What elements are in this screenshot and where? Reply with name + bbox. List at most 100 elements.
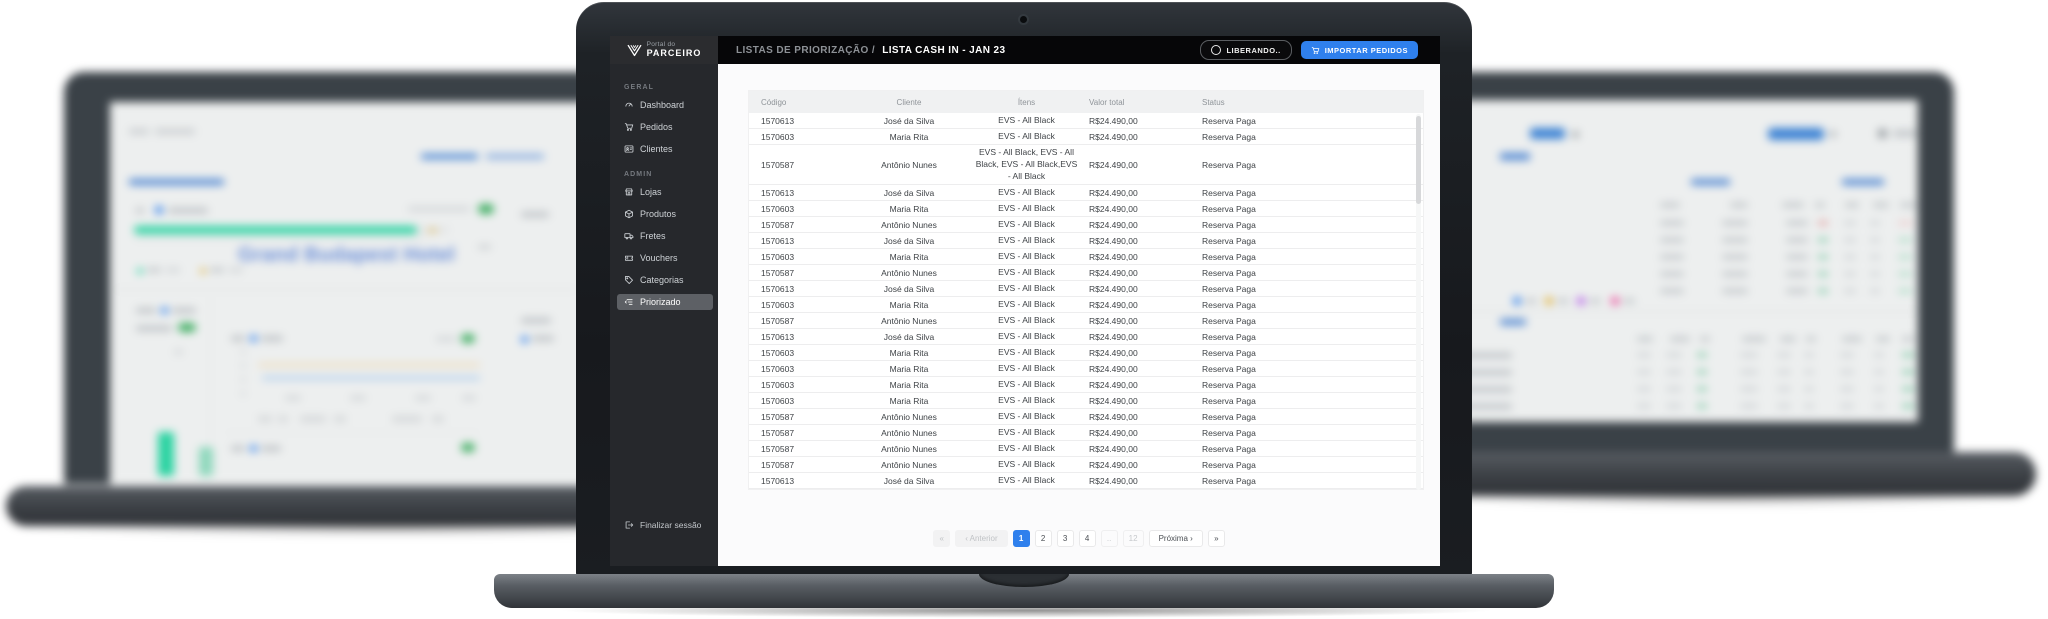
table-row[interactable]: 1570603Maria RitaEVS - All BlackR$24.490…: [749, 377, 1423, 393]
table-row[interactable]: 1570587Antônio NunesEVS - All BlackR$24.…: [749, 441, 1423, 457]
background-right-deco-shapes: [1452, 100, 1918, 422]
sidebar-item-label: Vouchers: [640, 253, 678, 263]
background-right-laptop-shadow: [1420, 490, 2020, 506]
pagination-next[interactable]: Próxima ›: [1149, 530, 1203, 547]
app-logo[interactable]: Portal do PARCEIRO: [610, 36, 718, 64]
cell-i-tens: EVS - All Black: [974, 185, 1079, 201]
table-row[interactable]: 1570587Antônio NunesEVS - All Black, EVS…: [749, 145, 1423, 185]
cell-valor-total: R$24.490,00: [1079, 220, 1194, 230]
table-row[interactable]: 1570613José da SilvaEVS - All BlackR$24.…: [749, 281, 1423, 297]
deco-shape: [1722, 221, 1748, 225]
deco-shape: [1898, 289, 1912, 293]
table-row[interactable]: 1570603Maria RitaEVS - All BlackR$24.490…: [749, 129, 1423, 145]
table-row[interactable]: 1570603Maria RitaEVS - All BlackR$24.490…: [749, 361, 1423, 377]
cell-status: Reserva Paga: [1194, 428, 1425, 438]
table-body: 1570613José da SilvaEVS - All BlackR$24.…: [749, 113, 1423, 489]
priority-list-icon: [624, 297, 634, 307]
cell-i-tens: EVS - All Black: [974, 441, 1079, 457]
table-row[interactable]: 1570587Antônio NunesEVS - All BlackR$24.…: [749, 425, 1423, 441]
cell-cliente: Antônio Nunes: [844, 460, 974, 470]
sidebar-item-fretes[interactable]: Fretes: [617, 228, 713, 244]
deco-shape: [1697, 353, 1707, 357]
sidebar-item-label: Pedidos: [640, 122, 673, 132]
pagination-page-4[interactable]: 4: [1079, 530, 1096, 547]
column-header-co-digo: Código: [749, 98, 844, 107]
itens-text: EVS - All Black: [998, 217, 1055, 233]
sidebar-item-label: Dashboard: [640, 100, 684, 110]
pagination-page-1[interactable]: 1: [1013, 530, 1030, 547]
sidebar-item-lojas[interactable]: Lojas: [617, 184, 713, 200]
table-row[interactable]: 1570587Antônio NunesEVS - All BlackR$24.…: [749, 457, 1423, 473]
table-row[interactable]: 1570603Maria RitaEVS - All BlackR$24.490…: [749, 201, 1423, 217]
deco-shape: [1740, 404, 1758, 408]
table-row[interactable]: 1570613José da SilvaEVS - All BlackR$24.…: [749, 233, 1423, 249]
deco-shape: [1878, 129, 1887, 138]
deco-shape: [1902, 404, 1914, 408]
cell-co-digo: 1570587: [749, 412, 844, 422]
table-row[interactable]: 1570613José da SilvaEVS - All BlackR$24.…: [749, 113, 1423, 129]
deco-shape: [1780, 337, 1796, 341]
cell-valor-total: R$24.490,00: [1079, 160, 1194, 170]
itens-text: EVS - All Black: [998, 297, 1055, 313]
deco-shape: [1902, 353, 1914, 357]
deco-shape: [1666, 387, 1682, 391]
cell-co-digo: 1570587: [749, 316, 844, 326]
table-row[interactable]: 1570603Maria RitaEVS - All BlackR$24.490…: [749, 249, 1423, 265]
table-row[interactable]: 1570603Maria RitaEVS - All BlackR$24.490…: [749, 297, 1423, 313]
sidebar-item-pedidos[interactable]: Pedidos: [617, 119, 713, 135]
deco-shape: [1660, 289, 1684, 293]
deco-shape: [1902, 370, 1914, 374]
deco-shape: [1777, 387, 1791, 391]
deco-shape: [1740, 370, 1758, 374]
deco-shape: [1898, 221, 1912, 225]
cell-valor-total: R$24.490,00: [1079, 444, 1194, 454]
table-row[interactable]: 1570603Maria RitaEVS - All BlackR$24.490…: [749, 345, 1423, 361]
deco-shape: [1876, 337, 1890, 341]
cell-co-digo: 1570587: [749, 460, 844, 470]
sidebar-item-dashboard[interactable]: Dashboard: [617, 97, 713, 113]
sidebar-item-clientes[interactable]: Clientes: [617, 141, 713, 157]
package-icon: [624, 209, 634, 219]
logout-button[interactable]: Finalizar sessão: [624, 520, 701, 530]
deco-shape: [1844, 221, 1856, 225]
breadcrumb-prefix[interactable]: LISTAS DE PRIORIZAÇÃO /: [736, 45, 875, 56]
itens-text: EVS - All Black: [998, 201, 1055, 217]
sidebar-item-categorias[interactable]: Categorias: [617, 272, 713, 288]
pagination-page-2[interactable]: 2: [1035, 530, 1052, 547]
cell-valor-total: R$24.490,00: [1079, 252, 1194, 262]
cell-cliente: José da Silva: [844, 476, 974, 486]
deco-shape: [1722, 238, 1748, 242]
liberando-button[interactable]: LIBERANDO..: [1200, 40, 1291, 60]
itens-text: EVS - All Black: [998, 185, 1055, 201]
table-row[interactable]: 1570613José da SilvaEVS - All BlackR$24.…: [749, 185, 1423, 201]
importar-label: IMPORTAR PEDIDOS: [1325, 46, 1408, 55]
deco-shape: [1830, 131, 1836, 137]
cell-valor-total: R$24.490,00: [1079, 476, 1194, 486]
table-row[interactable]: 1570613José da SilvaEVS - All BlackR$24.…: [749, 329, 1423, 345]
pagination-last[interactable]: »: [1208, 530, 1225, 547]
cell-co-digo: 1570603: [749, 380, 844, 390]
table-row[interactable]: 1570587Antônio NunesEVS - All BlackR$24.…: [749, 265, 1423, 281]
deco-shape: [1525, 299, 1537, 303]
liberando-label: LIBERANDO..: [1226, 46, 1280, 55]
table-row[interactable]: 1570587Antônio NunesEVS - All BlackR$24.…: [749, 217, 1423, 233]
cell-cliente: José da Silva: [844, 188, 974, 198]
cell-valor-total: R$24.490,00: [1079, 332, 1194, 342]
pagination-page-3[interactable]: 3: [1057, 530, 1074, 547]
table-row[interactable]: 1570603Maria RitaEVS - All BlackR$24.490…: [749, 393, 1423, 409]
table-row[interactable]: 1570587Antônio NunesEVS - All BlackR$24.…: [749, 313, 1423, 329]
cell-cliente: Maria Rita: [844, 132, 974, 142]
voucher-icon: [624, 253, 634, 263]
cell-i-tens: EVS - All Black: [974, 329, 1079, 345]
page: Grand Budapest Hotel: [0, 0, 2048, 619]
background-right-screen: [1452, 100, 1918, 422]
importar-pedidos-button[interactable]: IMPORTAR PEDIDOS: [1301, 41, 1418, 59]
table-scrollbar-thumb[interactable]: [1416, 116, 1421, 204]
sidebar-item-produtos[interactable]: Produtos: [617, 206, 713, 222]
sidebar-item-priorizado[interactable]: Priorizado: [617, 294, 713, 310]
cell-cliente: Maria Rita: [844, 380, 974, 390]
table-row[interactable]: 1570613José da SilvaEVS - All BlackR$24.…: [749, 473, 1423, 489]
app-screen: Portal do PARCEIRO LISTAS DE PRIORIZAÇÃO…: [610, 36, 1440, 566]
table-row[interactable]: 1570587Antônio NunesEVS - All BlackR$24.…: [749, 409, 1423, 425]
sidebar-item-vouchers[interactable]: Vouchers: [617, 250, 713, 266]
